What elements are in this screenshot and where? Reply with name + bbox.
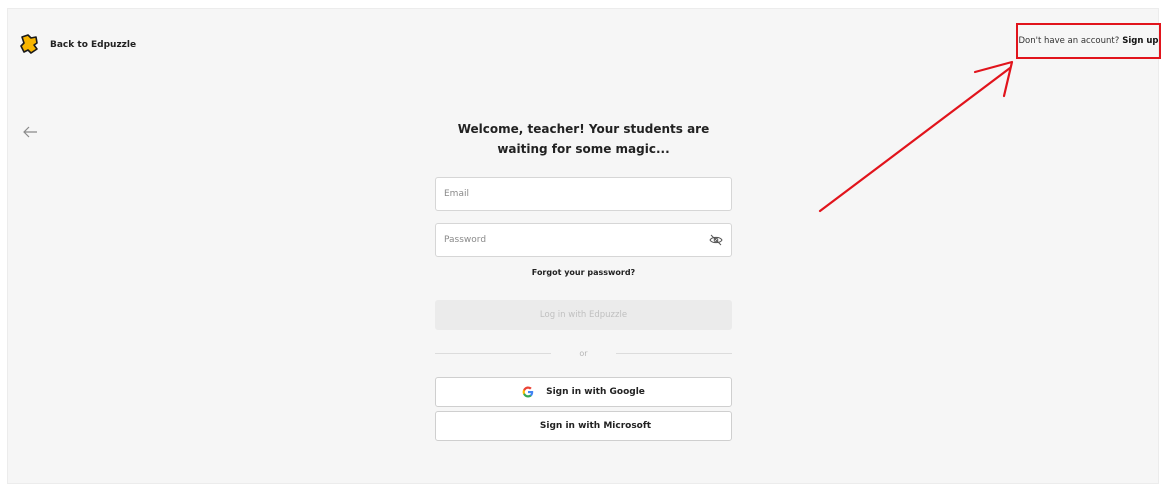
google-signin-button[interactable]: Sign in with Google <box>435 377 732 407</box>
microsoft-signin-label: Sign in with Microsoft <box>539 421 652 431</box>
email-input[interactable] <box>444 189 723 199</box>
google-g-icon <box>522 386 534 398</box>
signup-highlight-box: Don't have an account? Sign up <box>1016 23 1161 59</box>
back-to-edpuzzle-link[interactable]: Back to Edpuzzle <box>50 40 136 50</box>
divider-or-label: or <box>579 348 588 358</box>
email-field[interactable] <box>435 177 732 211</box>
forgot-password-link[interactable]: Forgot your password? <box>435 268 732 277</box>
password-input[interactable] <box>444 235 709 245</box>
login-edpuzzle-button[interactable]: Log in with Edpuzzle <box>435 300 732 330</box>
edpuzzle-logo-icon[interactable] <box>19 33 39 55</box>
microsoft-squares-icon <box>516 420 528 432</box>
google-signin-label: Sign in with Google <box>546 387 645 397</box>
microsoft-signin-button[interactable]: Sign in with Microsoft <box>435 411 732 441</box>
signup-link[interactable]: Sign up <box>1122 36 1158 46</box>
or-divider: or <box>435 346 732 360</box>
signup-prompt: Don't have an account? <box>1018 36 1120 46</box>
arrow-left-icon[interactable] <box>22 125 38 139</box>
welcome-heading: Welcome, teacher! Your students are wait… <box>457 122 710 156</box>
divider-line-left <box>435 352 552 354</box>
eye-slash-icon[interactable] <box>709 234 723 246</box>
divider-line-right <box>615 352 732 354</box>
password-field[interactable] <box>435 223 732 257</box>
